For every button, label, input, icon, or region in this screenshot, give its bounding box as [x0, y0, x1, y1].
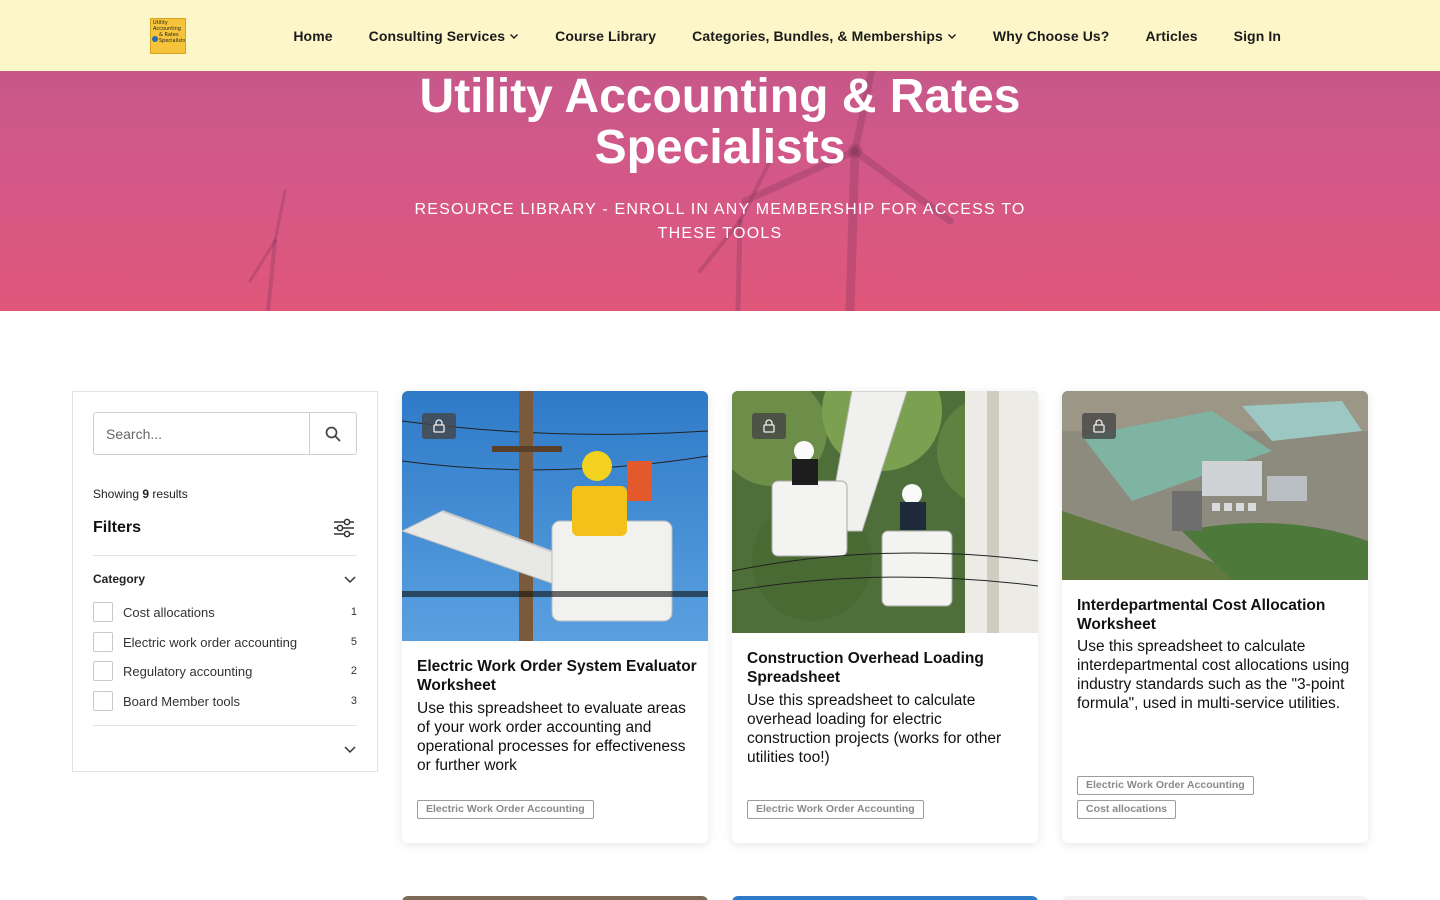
nav-sign-in[interactable]: Sign In [1234, 28, 1281, 44]
nav-home[interactable]: Home [293, 28, 332, 44]
filters-heading: Filters [93, 519, 142, 536]
nav-categories-bundles-memberships[interactable]: Categories, Bundles, & Memberships [692, 28, 957, 44]
search-box [93, 412, 357, 455]
next-card-peek [402, 896, 708, 900]
nav-why-label: Why Choose Us? [992, 27, 1110, 44]
company-logo[interactable]: Utility Accounting & Rates Specialists [150, 18, 186, 54]
category-filter-item[interactable]: Cost allocations 1 [93, 601, 357, 623]
nav-categories-label: Categories, Bundles, & Memberships [692, 27, 943, 44]
search-button[interactable] [309, 413, 356, 454]
next-card-peek [1062, 896, 1368, 900]
card-title[interactable]: Interdepartmental Cost Allocation Worksh… [1077, 596, 1357, 634]
search-input[interactable] [94, 413, 309, 454]
nav-course-library[interactable]: Course Library [555, 28, 656, 44]
category-label: Cost allocations [123, 604, 215, 620]
logo-globe-icon [152, 36, 158, 42]
card-description: Use this spreadsheet to calculate overhe… [747, 692, 1002, 766]
chevron-down-icon [947, 33, 956, 39]
category-count: 1 [350, 606, 357, 618]
category-label: Regulatory accounting [123, 663, 253, 679]
results-suffix: results [152, 487, 188, 501]
filter-sidebar: Showing 9 results Filters Category Cost … [72, 391, 378, 772]
card-title[interactable]: Construction Overhead Loading Spreadshee… [747, 649, 1027, 687]
category-label: Board Member tools [123, 693, 241, 709]
nav-articles-label: Articles [1145, 27, 1198, 44]
top-navigation: Utility Accounting & Rates Specialists H… [0, 0, 1440, 71]
checkbox[interactable] [93, 691, 113, 711]
nav-home-label: Home [293, 27, 333, 44]
hero-banner: Utility Accounting & Rates Specialists R… [0, 71, 1440, 311]
card-description: Use this spreadsheet to calculate interd… [1077, 638, 1350, 712]
results-prefix: Showing [93, 487, 140, 501]
category-tag[interactable]: Cost allocations [1077, 800, 1177, 819]
category-filter-item[interactable]: Regulatory accounting 2 [93, 660, 357, 682]
lock-icon [1082, 413, 1116, 439]
chevron-down-icon [510, 33, 519, 39]
checkbox[interactable] [93, 661, 113, 681]
card-description: Use this spreadsheet to evaluate areas o… [417, 700, 686, 774]
resource-card[interactable]: Construction Overhead Loading Spreadshee… [732, 391, 1038, 843]
category-tag[interactable]: Electric Work Order Accounting [417, 800, 594, 819]
nav-why-choose-us[interactable]: Why Choose Us? [993, 28, 1110, 44]
category-filter-item[interactable]: Board Member tools 3 [93, 690, 357, 712]
divider [93, 725, 357, 726]
category-heading: Category [93, 572, 146, 586]
category-label: Electric work order accounting [123, 634, 298, 650]
checkbox[interactable] [93, 632, 113, 652]
lock-icon [752, 413, 786, 439]
card-title[interactable]: Electric Work Order System Evaluator Wor… [417, 657, 697, 695]
nav-consulting-label: Consulting Services [368, 27, 506, 44]
hero-title: Utility Accounting & Rates Specialists [419, 71, 1021, 174]
chevron-down-icon[interactable] [343, 572, 357, 586]
next-card-peek [732, 896, 1038, 900]
nav-articles[interactable]: Articles [1145, 28, 1197, 44]
category-count: 3 [350, 695, 357, 707]
lock-icon [422, 413, 456, 439]
chevron-down-icon[interactable] [343, 742, 357, 756]
resource-card[interactable]: Electric Work Order System Evaluator Wor… [402, 391, 708, 843]
search-icon [325, 426, 341, 441]
resource-card[interactable]: Interdepartmental Cost Allocation Worksh… [1062, 391, 1368, 843]
nav-sign-in-label: Sign In [1233, 27, 1281, 44]
main-menu: Home Consulting Services Course Library … [293, 0, 1281, 71]
divider [93, 555, 357, 556]
nav-course-library-label: Course Library [555, 27, 657, 44]
category-tag[interactable]: Electric Work Order Accounting [1077, 776, 1254, 795]
hero-subtitle: RESOURCE LIBRARY - ENROLL IN ANY MEMBERS… [414, 201, 1026, 242]
results-count: Showing 9 results [93, 487, 188, 501]
category-tag[interactable]: Electric Work Order Accounting [747, 800, 924, 819]
sliders-icon[interactable] [333, 518, 355, 538]
category-filter-item[interactable]: Electric work order accounting 5 [93, 631, 357, 653]
nav-consulting-services[interactable]: Consulting Services [369, 28, 520, 44]
category-count: 5 [350, 636, 357, 648]
category-count: 2 [350, 665, 357, 677]
results-number: 9 [142, 487, 150, 501]
checkbox[interactable] [93, 602, 113, 622]
